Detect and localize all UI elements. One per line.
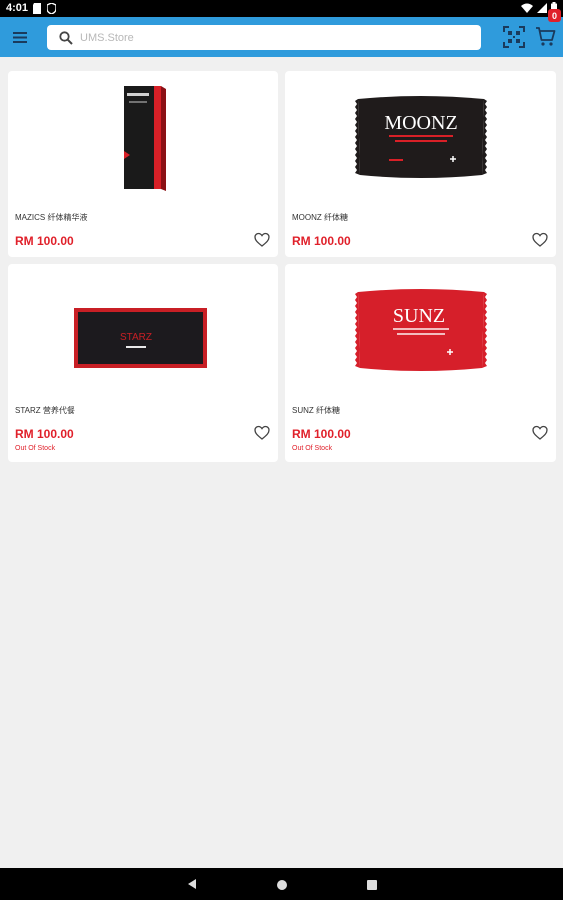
app-bar: [0, 17, 563, 57]
product-image: [8, 71, 278, 201]
cart-count-badge: 0: [548, 9, 561, 22]
product-image: SUNZ: [285, 264, 556, 394]
back-icon: [188, 879, 196, 889]
qr-scan-button[interactable]: [502, 25, 526, 49]
out-of-stock-label: Out Of Stock: [15, 445, 56, 452]
out-of-stock-label: Out Of Stock: [292, 445, 333, 452]
product-name: STARZ 营养代餐: [15, 406, 75, 415]
product-card[interactable]: STARZ STARZ 营养代餐 RM 100.00 Out Of Stock: [8, 264, 278, 462]
product-name: MOONZ 纤体糖: [292, 213, 348, 222]
product-name: MAZICS 纤体精华液: [15, 213, 88, 222]
search-input[interactable]: [80, 31, 460, 44]
search-bar[interactable]: [47, 25, 481, 50]
cart-button[interactable]: [535, 25, 561, 49]
search-icon: [59, 30, 73, 45]
signal-icon: [537, 2, 547, 13]
recents-icon: [367, 880, 377, 890]
moonz-package-text: MOONZ: [384, 112, 457, 134]
shield-icon: [47, 3, 56, 14]
menu-button[interactable]: [8, 25, 32, 49]
favorite-button[interactable]: [254, 425, 270, 441]
status-bar: 4:01: [0, 0, 563, 17]
shopping-cart-icon: [536, 27, 556, 46]
recents-button[interactable]: [366, 878, 378, 890]
product-card[interactable]: MOONZ MOONZ 纤体糖 RM 100.00: [285, 71, 556, 257]
product-image: MOONZ: [285, 71, 556, 201]
product-price: RM 100.00: [292, 234, 351, 248]
qr-scan-icon: [503, 26, 525, 48]
system-nav-bar: [0, 868, 563, 900]
hamburger-menu-icon: [13, 31, 27, 43]
product-card[interactable]: MAZICS 纤体精华液 RM 100.00: [8, 71, 278, 257]
home-icon: [277, 880, 287, 890]
heart-icon: [254, 425, 270, 440]
wifi-icon: [521, 3, 533, 13]
product-name: SUNZ 纤体糖: [292, 406, 340, 415]
sunz-package-text: SUNZ: [393, 305, 445, 327]
product-price: RM 100.00: [292, 427, 351, 441]
product-image: STARZ: [8, 264, 278, 394]
favorite-button[interactable]: [254, 232, 270, 248]
back-button[interactable]: [185, 877, 199, 891]
heart-icon: [254, 232, 270, 247]
heart-icon: [532, 425, 548, 440]
product-price: RM 100.00: [15, 234, 74, 248]
product-price: RM 100.00: [15, 427, 74, 441]
status-time: 4:01: [6, 2, 29, 14]
heart-icon: [532, 232, 548, 247]
favorite-button[interactable]: [532, 232, 548, 248]
home-button[interactable]: [276, 878, 288, 890]
favorite-button[interactable]: [532, 425, 548, 441]
starz-package-text: STARZ: [120, 332, 152, 343]
product-card[interactable]: SUNZ SUNZ 纤体糖 RM 100.00 Out Of Stock: [285, 264, 556, 462]
sd-card-icon: [33, 3, 41, 14]
